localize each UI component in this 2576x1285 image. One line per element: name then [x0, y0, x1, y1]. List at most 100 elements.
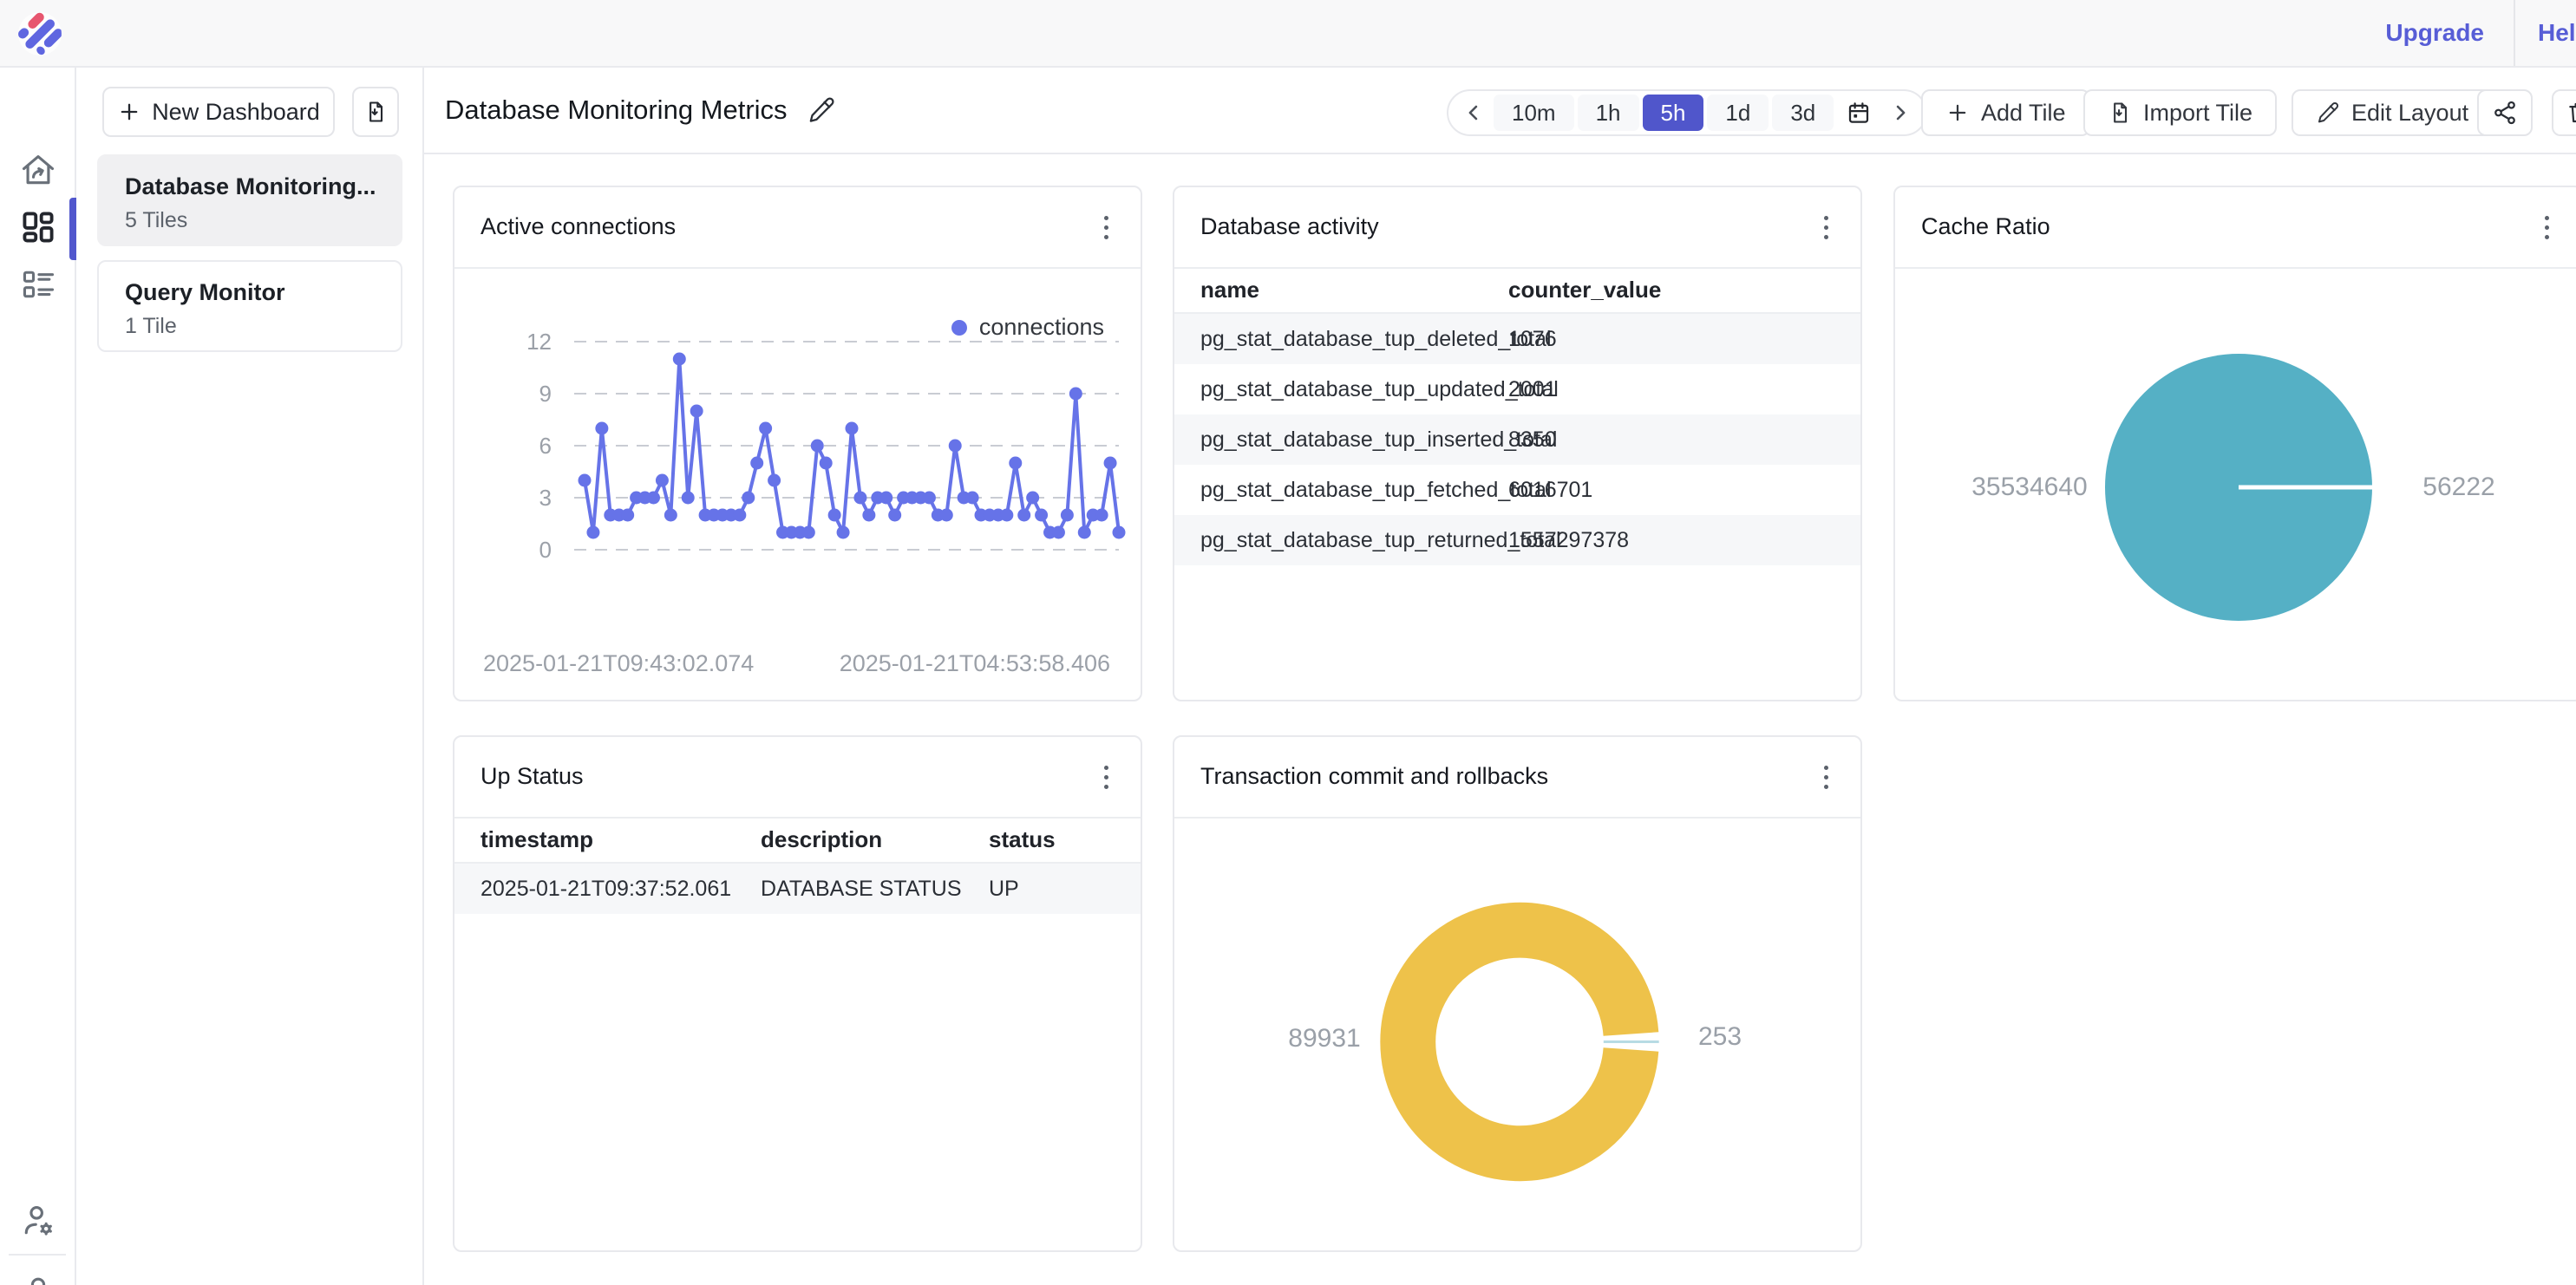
column-header: name — [1200, 267, 1259, 312]
time-range-prev-button[interactable] — [1457, 95, 1490, 131]
add-tile-label: Add Tile — [1981, 100, 2066, 127]
tile-header: Cache Ratio — [1895, 187, 2576, 269]
column-header: timestamp — [481, 817, 593, 862]
table-row: pg_stat_database_tup_returned_total15572… — [1174, 515, 1860, 565]
column-header: counter_value — [1508, 267, 1661, 312]
calendar-icon — [1846, 100, 1872, 126]
column-header: status — [989, 817, 1056, 862]
table-row: pg_stat_database_tup_deleted_total1076 — [1174, 314, 1860, 364]
table-cell: 2001 — [1508, 364, 1557, 414]
table-cell: 1557297378 — [1508, 515, 1629, 565]
tile-up-status: Up Status timestampdescriptionstatus 202… — [453, 735, 1142, 1252]
dashboard-item-title: Database Monitoring... — [125, 173, 383, 200]
dashboard-list-item[interactable]: Query Monitor 1 Tile — [97, 260, 402, 352]
home-icon[interactable] — [19, 151, 57, 189]
svg-text:12: 12 — [526, 329, 552, 355]
import-tile-label: Import Tile — [2143, 100, 2252, 127]
edit-layout-label: Edit Layout — [2351, 100, 2468, 127]
import-dashboard-button[interactable] — [352, 87, 399, 137]
tile-header: Transaction commit and rollbacks — [1174, 737, 1860, 819]
donut-slice-label-minor: 253 — [1681, 1022, 1759, 1052]
table-body: pg_stat_database_tup_deleted_total1076pg… — [1174, 314, 1860, 565]
dashboard-list: Database Monitoring... 5 Tiles Query Monit… — [97, 154, 402, 366]
table-cell: 6016701 — [1508, 465, 1592, 515]
time-range-option-10m[interactable]: 10m — [1494, 95, 1574, 131]
user-icon[interactable] — [19, 1273, 57, 1285]
time-range-next-button[interactable] — [1884, 95, 1917, 131]
content-header: Database Monitoring Metrics 10m1h5h1d3d — [424, 68, 2576, 154]
add-tile-button[interactable]: Add Tile — [1921, 89, 2090, 136]
signoz-logo[interactable] — [17, 11, 62, 56]
plus-icon — [117, 100, 141, 124]
calendar-button[interactable] — [1837, 95, 1880, 131]
edit-title-pencil-icon[interactable] — [807, 95, 836, 125]
table-cell: 1076 — [1508, 314, 1557, 364]
dashboard-list-item[interactable]: Database Monitoring... 5 Tiles — [97, 154, 402, 246]
sidebar-rail — [0, 68, 76, 1285]
tile-cache-ratio: Cache Ratio 35534640 56222 — [1893, 186, 2576, 701]
table-cell: pg_stat_database_tup_returned_total — [1200, 515, 1561, 565]
help-link[interactable]: Help — [2538, 0, 2576, 66]
connections-line-chart: 12 9 6 3 0 — [507, 317, 1122, 612]
tile-header: Active connections — [454, 187, 1141, 269]
share-button[interactable] — [2477, 89, 2533, 136]
tile-header: Up Status — [454, 737, 1141, 819]
time-range-option-1d[interactable]: 1d — [1707, 95, 1769, 131]
table-cell: pg_stat_database_tup_fetched_total — [1200, 465, 1552, 515]
import-file-icon — [363, 100, 388, 124]
table-body: 2025-01-21T09:37:52.061DATABASE STATUSUP — [454, 864, 1141, 914]
time-range-option-3d[interactable]: 3d — [1772, 95, 1834, 131]
page-title-wrap: Database Monitoring Metrics — [445, 68, 836, 153]
time-range-option-5h[interactable]: 5h — [1643, 95, 1704, 131]
import-file-icon — [2108, 101, 2132, 125]
delete-dashboard-button[interactable] — [2552, 89, 2576, 136]
tile-menu-button[interactable] — [1814, 760, 1838, 794]
top-header: Upgrade Help — [0, 0, 2576, 68]
dashboards-panel: New Dashboard Database Monitoring... 5 Ti… — [76, 68, 424, 1285]
tile-menu-button[interactable] — [2534, 210, 2559, 245]
tile-menu-button[interactable] — [1094, 760, 1118, 794]
trash-icon — [2566, 100, 2576, 126]
svg-text:0: 0 — [539, 537, 552, 563]
tile-menu-button[interactable] — [1094, 210, 1118, 245]
logs-list-icon[interactable] — [19, 265, 57, 303]
tile-menu-button[interactable] — [1814, 210, 1838, 245]
tile-title: Transaction commit and rollbacks — [1200, 737, 1548, 815]
dashboard-item-title: Query Monitor — [125, 279, 383, 306]
dashboards-grid-icon[interactable] — [19, 208, 57, 246]
svg-text:6: 6 — [539, 433, 552, 459]
chevron-right-icon — [1888, 101, 1912, 125]
table-cell: DATABASE STATUS — [761, 864, 962, 914]
table-header-row: timestamp description status — [454, 817, 1141, 864]
import-tile-button[interactable]: Import Tile — [2083, 89, 2277, 136]
rail-divider — [9, 1254, 66, 1256]
pencil-icon — [2316, 101, 2340, 125]
table-row: 2025-01-21T09:37:52.061DATABASE STATUSUP — [454, 864, 1141, 914]
plus-icon — [1945, 101, 1970, 125]
x-axis-label-start: 2025-01-21T09:43:02.074 — [483, 650, 754, 677]
pie-slice-label-major: 35534640 — [1947, 473, 2112, 502]
user-settings-icon[interactable] — [19, 1202, 57, 1240]
new-dashboard-button[interactable]: New Dashboard — [102, 87, 335, 137]
tile-database-activity: Database activity namecounter_value pg_s… — [1173, 186, 1862, 701]
edit-layout-button[interactable]: Edit Layout — [2292, 89, 2493, 136]
dashboard-item-subtitle: 5 Tiles — [125, 208, 383, 233]
table-row: pg_stat_database_tup_fetched_total601670… — [1174, 465, 1860, 515]
svg-text:9: 9 — [539, 381, 552, 407]
time-range-option-1h[interactable]: 1h — [1578, 95, 1639, 131]
upgrade-link[interactable]: Upgrade — [2385, 0, 2484, 66]
table-row: pg_stat_database_tup_updated_total2001 — [1174, 364, 1860, 414]
table-cell: pg_stat_database_tup_updated_total — [1200, 364, 1559, 414]
page-title: Database Monitoring Metrics — [445, 95, 788, 126]
column-header: description — [761, 817, 882, 862]
time-range-picker: 10m1h5h1d3d — [1447, 89, 1927, 136]
donut-slice-label-major: 89931 — [1264, 1024, 1385, 1053]
active-nav-accent — [69, 198, 76, 260]
svg-text:3: 3 — [539, 485, 552, 511]
table-cell: UP — [989, 864, 1019, 914]
table-row: pg_stat_database_tup_inserted_total8350 — [1174, 414, 1860, 465]
dashboard-item-subtitle: 1 Tile — [125, 314, 383, 339]
new-dashboard-label: New Dashboard — [152, 99, 320, 126]
tile-title: Active connections — [481, 187, 676, 265]
header-divider — [2514, 0, 2515, 66]
